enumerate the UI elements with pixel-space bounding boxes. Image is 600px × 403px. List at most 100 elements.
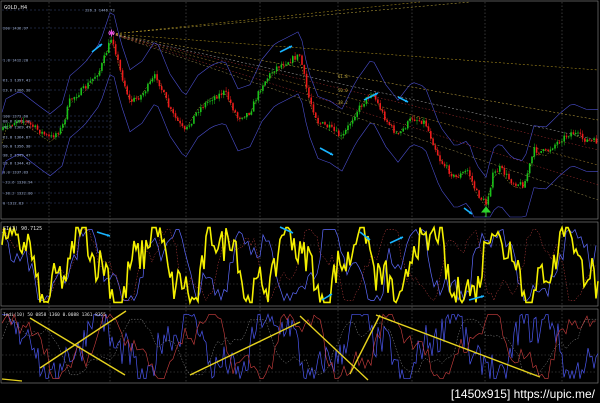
candle-body — [225, 90, 227, 92]
candle-body — [494, 171, 496, 173]
candle-body — [324, 122, 326, 125]
candle-body — [577, 132, 579, 134]
candle-body — [503, 168, 506, 175]
candle-body — [181, 123, 184, 127]
candle-body — [248, 113, 250, 115]
candle-body — [227, 91, 230, 100]
candle-body — [82, 86, 85, 89]
candle-body — [206, 101, 209, 103]
candle-body — [179, 120, 181, 124]
candle-body — [331, 124, 333, 127]
candle-body — [459, 173, 462, 178]
candle-body — [186, 126, 188, 130]
candle-body — [204, 102, 207, 108]
candle-body — [570, 132, 572, 137]
candle-body — [508, 173, 510, 180]
candle-body — [252, 101, 255, 112]
candle-body — [535, 147, 538, 153]
candle-body — [124, 80, 126, 87]
candle-body — [586, 139, 588, 142]
candle-body — [239, 117, 241, 119]
candle-body — [565, 135, 568, 137]
candle-body — [538, 152, 540, 154]
fan-label: 50.0 — [338, 88, 348, 93]
candle-body — [57, 133, 59, 134]
candle-body — [177, 117, 179, 121]
fib-level-label: 1.8 1412.20 — [3, 58, 29, 63]
candle-body — [588, 139, 591, 141]
candle-body — [420, 120, 423, 124]
candle-body — [446, 165, 448, 167]
candle-body — [418, 120, 421, 122]
candle-body — [133, 97, 135, 102]
candle-body — [243, 117, 246, 119]
candle-body — [356, 111, 358, 117]
candle-body — [340, 135, 342, 137]
candle-body — [197, 112, 200, 113]
candle-body — [294, 56, 296, 60]
candle-body — [282, 64, 285, 66]
candle-body — [386, 120, 388, 122]
fib-level-label: 50.0 1356.38 — [3, 144, 31, 149]
candle-body — [572, 132, 575, 134]
candle-body — [220, 93, 223, 95]
candle-body — [533, 147, 536, 157]
candle-body — [512, 183, 515, 185]
candle-body — [489, 187, 492, 197]
candle-body — [377, 99, 379, 104]
candle-body — [250, 111, 253, 115]
candle-body — [156, 74, 158, 81]
candle-body — [361, 105, 363, 107]
candle-body — [131, 99, 133, 102]
candle-body — [255, 100, 257, 102]
candle-body — [409, 118, 411, 122]
candle-body — [358, 105, 361, 112]
candle-body — [395, 132, 398, 134]
candle-body — [384, 111, 386, 121]
candle-body — [319, 123, 322, 125]
candle-body — [326, 124, 329, 128]
candle-body — [101, 63, 103, 71]
fib-level-label: 38.2 1349.47 — [3, 153, 30, 158]
candle-body — [434, 145, 437, 150]
candle-body — [455, 174, 457, 177]
candle-body — [416, 120, 418, 122]
candle-body — [379, 103, 381, 110]
candle-body — [556, 141, 559, 145]
candle-body — [436, 149, 439, 156]
candle-body — [32, 124, 34, 127]
candle-body — [317, 117, 319, 124]
candle-body — [275, 66, 278, 72]
candle-body — [289, 62, 292, 64]
candle-body — [308, 87, 310, 98]
candle-body — [448, 165, 450, 174]
candle-body — [149, 81, 151, 84]
candle-body — [269, 73, 271, 79]
candle-body — [292, 56, 294, 63]
candle-body — [264, 81, 266, 86]
candle-body — [482, 199, 485, 200]
candle-body — [273, 71, 276, 73]
candle-body — [195, 112, 197, 116]
candle-body — [64, 119, 66, 125]
fib-level-label: 226.3 1446.73 — [85, 8, 115, 13]
candle-body — [522, 182, 524, 188]
candle-body — [94, 76, 96, 79]
candle-body — [262, 85, 264, 91]
candle-body — [342, 133, 345, 136]
candle-body — [200, 107, 202, 113]
fib-level-label: 61.1 1397.41 — [3, 78, 31, 83]
candle-body — [315, 112, 317, 118]
fib-level-label: 0.0 1337.83 — [3, 170, 28, 175]
candle-body — [218, 93, 220, 99]
candle-body — [469, 170, 471, 176]
candle-body — [68, 98, 71, 107]
candle-body — [492, 172, 494, 188]
candle-body — [87, 82, 89, 89]
candle-body — [271, 72, 273, 74]
candle-body — [473, 181, 476, 189]
candle-body — [413, 119, 416, 121]
chart-title: GOLD,H4 — [4, 5, 28, 11]
candle-body — [188, 125, 191, 127]
candle-body — [321, 122, 324, 124]
